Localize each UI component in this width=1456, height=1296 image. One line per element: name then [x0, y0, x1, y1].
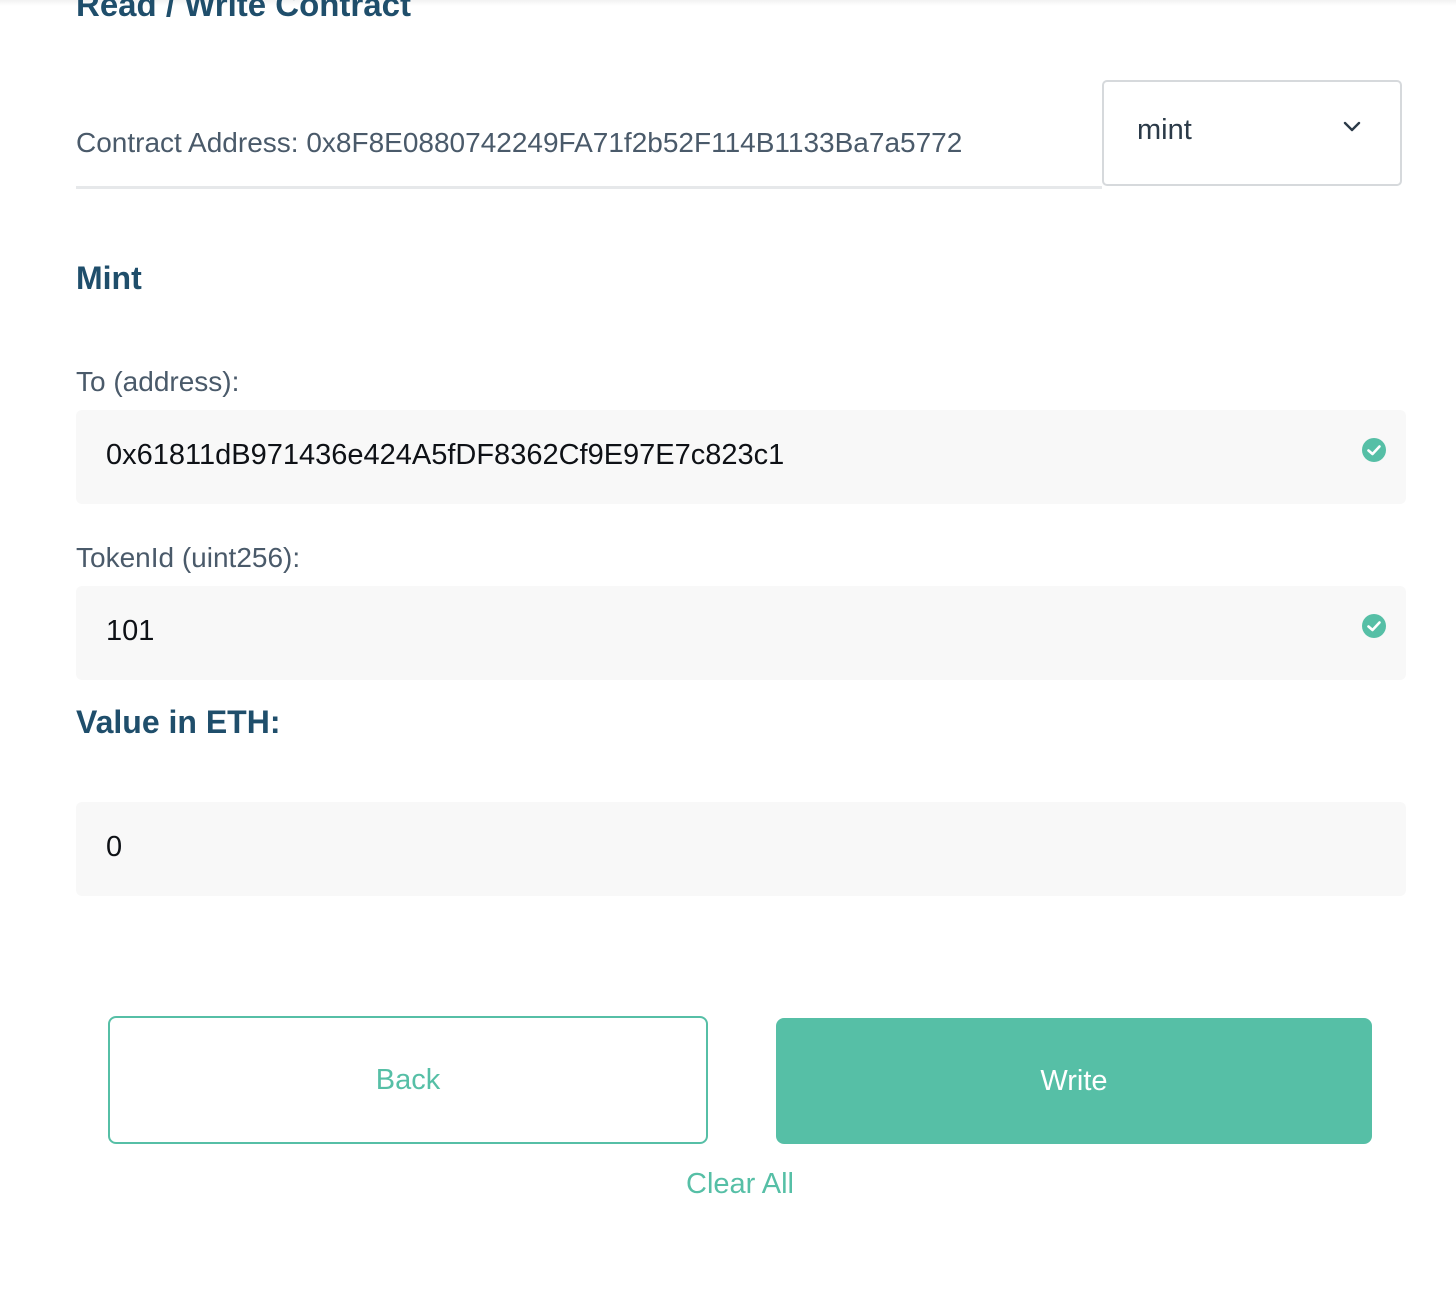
token-id-value: 101	[106, 615, 155, 647]
check-circle-icon	[1362, 614, 1386, 638]
value-eth-value: 0	[106, 831, 123, 863]
back-button[interactable]: Back	[108, 1016, 708, 1144]
token-id-input[interactable]: 101	[76, 586, 1406, 680]
check-circle-icon	[1362, 438, 1386, 462]
value-eth-input[interactable]: 0	[76, 802, 1406, 896]
back-button-label: Back	[375, 1063, 441, 1096]
chevron-down-icon	[1343, 121, 1361, 132]
to-address-label: To (address):	[76, 366, 240, 397]
to-address-value: 0x61811dB971436e424A5fDF8362Cf9E97E7c823…	[106, 439, 785, 471]
token-id-label: TokenId (uint256):	[76, 542, 301, 573]
clear-all-link[interactable]: Clear All	[0, 1168, 1456, 1201]
to-address-input[interactable]: 0x61811dB971436e424A5fDF8362Cf9E97E7c823…	[76, 410, 1406, 504]
write-button-label: Write	[1040, 1064, 1108, 1097]
method-section-title: Mint	[76, 260, 142, 296]
contract-address-row: Contract Address: 0x8F8E0880742249FA71f2…	[76, 82, 1102, 189]
contract-page: Read / Write Contract Contract Address: …	[0, 0, 1456, 1296]
write-button[interactable]: Write	[776, 1018, 1372, 1144]
method-select-value: mint	[1137, 114, 1192, 146]
value-eth-label: Value in ETH:	[76, 704, 281, 740]
method-select-dropdown[interactable]: mint	[1102, 80, 1402, 186]
page-title: Read / Write Contract	[76, 0, 411, 23]
contract-address-text: Contract Address: 0x8F8E0880742249FA71f2…	[76, 127, 963, 158]
